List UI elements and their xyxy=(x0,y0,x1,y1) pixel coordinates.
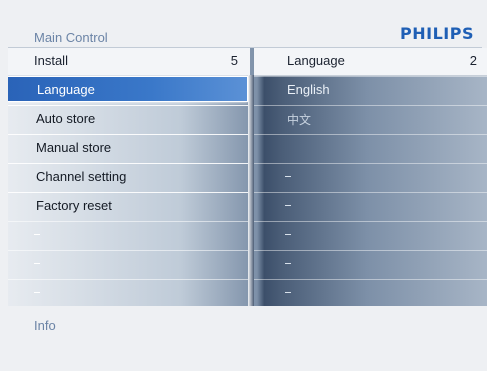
install-column-header: Install 5 xyxy=(8,48,250,76)
menu-item-label: Language xyxy=(37,82,95,97)
install-item-count: 5 xyxy=(230,53,238,68)
menu-item-label: Auto store xyxy=(36,111,96,126)
menu-item-empty xyxy=(8,250,248,276)
language-option-label: 中文 xyxy=(287,113,312,127)
language-option-empty xyxy=(254,192,487,218)
tv-menu-screen: Main Control PHILIPS Install 5 Language … xyxy=(0,0,487,371)
language-option-english[interactable]: English xyxy=(254,76,487,102)
info-footer: Info xyxy=(0,306,487,371)
empty-slot-marker xyxy=(34,292,40,293)
empty-slot-marker xyxy=(285,176,291,177)
language-option-empty xyxy=(254,221,487,247)
menu-header: Main Control PHILIPS xyxy=(0,0,487,48)
install-heading: Install xyxy=(34,53,68,68)
menu-item-auto-store[interactable]: Auto store xyxy=(8,105,248,131)
language-option-empty xyxy=(254,134,487,160)
brand-logo: PHILIPS xyxy=(400,24,474,43)
menu-item-language[interactable]: Language xyxy=(8,76,248,102)
empty-slot-marker xyxy=(285,292,291,293)
menu-item-label: Channel setting xyxy=(36,169,127,184)
empty-slot-marker xyxy=(34,263,40,264)
empty-slot-marker xyxy=(285,234,291,235)
menu-item-label: Manual store xyxy=(36,140,112,155)
info-label: Info xyxy=(34,318,56,333)
language-heading: Language xyxy=(287,53,345,68)
empty-slot-marker xyxy=(34,234,40,235)
language-option-chinese[interactable]: 中文 xyxy=(254,105,487,131)
menu-item-empty xyxy=(8,279,248,305)
menu-panel: Install 5 Language 2 Language Auto store… xyxy=(8,48,487,306)
language-option-empty xyxy=(254,163,487,189)
empty-slot-marker xyxy=(285,205,291,206)
empty-slot-marker xyxy=(285,263,291,264)
language-item-count: 2 xyxy=(469,53,477,68)
menu-item-label: Factory reset xyxy=(36,198,112,213)
menu-title: Main Control xyxy=(34,30,108,45)
language-option-label: English xyxy=(287,82,330,97)
language-column-header: Language 2 xyxy=(254,48,487,76)
menu-item-empty xyxy=(8,221,248,247)
menu-item-factory-reset[interactable]: Factory reset xyxy=(8,192,248,218)
menu-item-channel-setting[interactable]: Channel setting xyxy=(8,163,248,189)
menu-item-manual-store[interactable]: Manual store xyxy=(8,134,248,160)
language-option-empty xyxy=(254,279,487,305)
language-option-empty xyxy=(254,250,487,276)
